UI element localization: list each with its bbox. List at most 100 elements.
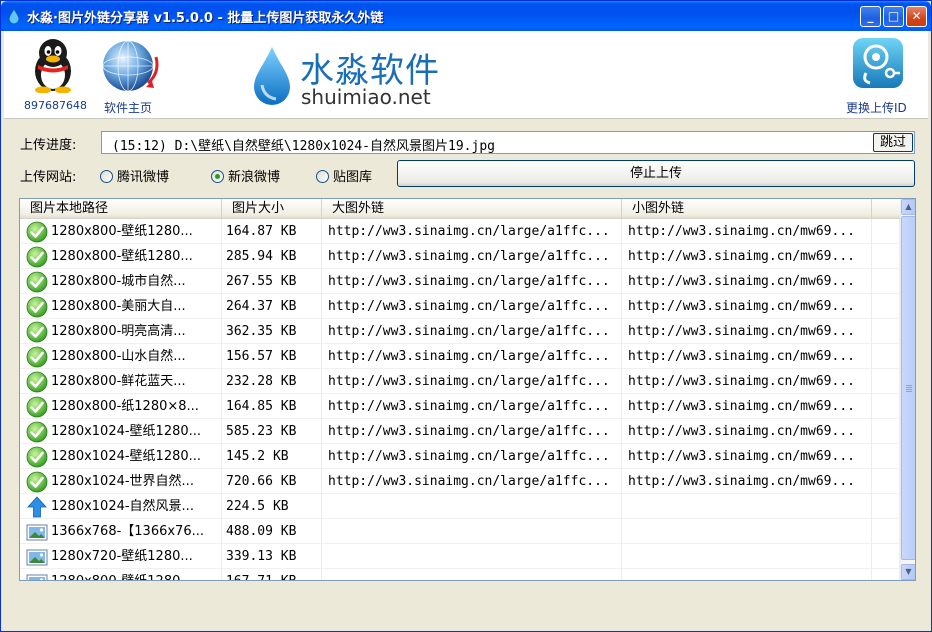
cell-size: 224.5 KB — [222, 494, 322, 519]
cell-size: 164.87 KB — [222, 219, 322, 244]
check-circle-icon — [26, 446, 48, 468]
table-row[interactable]: 1280x1024-壁纸1280... 585.23 KB http://ww3.s… — [20, 419, 900, 444]
title-bar[interactable]: 水淼·图片外链分享器 v1.5.0.0 - 批量上传图片获取永久外链 _ □ ✕ — [1, 1, 931, 31]
check-circle-icon — [26, 271, 48, 293]
path-text: 1280x800-壁纸1280... — [51, 224, 193, 239]
cell-path: 1280x1024-自然风景... — [20, 494, 222, 519]
path-text: 1280x1024-自然风景... — [51, 499, 194, 514]
progress-value: (15:12) D:\壁纸\自然壁纸\1280x1024-自然风景图片19.jp… — [112, 139, 495, 154]
path-text: 1280x1024-壁纸1280... — [51, 449, 202, 464]
table-row[interactable]: 1280x800-明亮高清... 362.35 KB http://ww3.sina… — [20, 319, 900, 344]
change-upload-id-link[interactable]: 更换上传ID — [846, 99, 907, 116]
cell-small-link: http://ww3.sinaimg.cn/mw69... — [622, 419, 872, 444]
stop-upload-button[interactable]: 停止上传 — [397, 160, 915, 187]
check-circle-icon — [26, 346, 48, 368]
column-header-size[interactable]: 图片大小 — [222, 199, 322, 218]
cell-path: 1280x800-明亮高清... — [20, 319, 222, 344]
cell-small-link: http://ww3.sinaimg.cn/mw69... — [622, 319, 872, 344]
cell-path: 1280x1024-壁纸1280... — [20, 444, 222, 469]
cell-filler — [872, 519, 900, 544]
image-file-icon — [26, 521, 48, 543]
column-header-small-link[interactable]: 小图外链 — [622, 199, 872, 218]
cell-small-link — [622, 544, 872, 569]
maximize-button[interactable]: □ — [883, 6, 904, 27]
cell-filler — [872, 544, 900, 569]
cell-large-link: http://ww3.sinaimg.cn/large/a1ffc... — [322, 419, 622, 444]
radio-label: 贴图库 — [333, 170, 373, 185]
upload-list-table[interactable]: 图片本地路径 图片大小 大图外链 小图外链 1280x800-壁纸1280...… — [19, 198, 916, 581]
cell-size: 720.66 KB — [222, 469, 322, 494]
table-row[interactable]: 1280x800-壁纸1280... 164.87 KB http://ww3.si… — [20, 219, 900, 244]
cell-path: 1280x800-城市自然... — [20, 269, 222, 294]
cell-filler — [872, 294, 900, 319]
table-row[interactable]: 1280x720-壁纸1280... 339.13 KB — [20, 544, 900, 569]
column-header-path[interactable]: 图片本地路径 — [20, 199, 222, 218]
table-row[interactable]: 1280x800-壁纸1280... 167.71 KB — [20, 569, 900, 580]
cell-large-link — [322, 494, 622, 519]
table-row[interactable]: 1280x800-壁纸1280... 285.94 KB http://ww3.si… — [20, 244, 900, 269]
cell-large-link: http://ww3.sinaimg.cn/large/a1ffc... — [322, 444, 622, 469]
cell-size: 267.55 KB — [222, 269, 322, 294]
cell-size: 264.37 KB — [222, 294, 322, 319]
radio-circle — [100, 170, 113, 183]
table-row[interactable]: 1280x800-鲜花蓝天... 232.28 KB http://ww3.sina… — [20, 369, 900, 394]
cell-large-link: http://ww3.sinaimg.cn/large/a1ffc... — [322, 244, 622, 269]
cell-size: 285.94 KB — [222, 244, 322, 269]
close-button[interactable]: ✕ — [906, 6, 927, 27]
scroll-up-arrow-icon[interactable]: ▲ — [901, 199, 915, 215]
cell-path: 1280x1024-壁纸1280... — [20, 419, 222, 444]
cell-small-link — [622, 494, 872, 519]
cell-filler — [872, 319, 900, 344]
globe-icon[interactable] — [98, 37, 164, 95]
scroll-down-arrow-icon[interactable]: ▼ — [901, 564, 915, 580]
cell-path: 1280x800-纸1280×8... — [20, 394, 222, 419]
path-text: 1280x800-纸1280×8... — [51, 399, 199, 414]
table-row[interactable]: 1280x1024-自然风景... 224.5 KB — [20, 494, 900, 519]
check-circle-icon — [26, 246, 48, 268]
radio-sina-weibo[interactable]: 新浪微博 — [211, 166, 281, 185]
radio-label: 新浪微博 — [228, 170, 281, 185]
cell-size: 362.35 KB — [222, 319, 322, 344]
cell-size: 145.2 KB — [222, 444, 322, 469]
cell-large-link: http://ww3.sinaimg.cn/large/a1ffc... — [322, 344, 622, 369]
table-row[interactable]: 1280x800-山水自然... 156.57 KB http://ww3.sina… — [20, 344, 900, 369]
cell-path: 1280x800-鲜花蓝天... — [20, 369, 222, 394]
radio-tencent-weibo[interactable]: 腾讯微博 — [100, 166, 169, 185]
check-circle-icon — [26, 471, 48, 493]
skip-button[interactable]: 跳过 — [873, 133, 913, 152]
cell-size: 339.13 KB — [222, 544, 322, 569]
app-window: 水淼·图片外链分享器 v1.5.0.0 - 批量上传图片获取永久外链 _ □ ✕… — [0, 0, 932, 632]
table-row[interactable]: 1280x800-纸1280×8... 164.85 KB http://ww3.s… — [20, 394, 900, 419]
cell-path: 1280x800-壁纸1280... — [20, 244, 222, 269]
column-header-large-link[interactable]: 大图外链 — [322, 199, 622, 218]
scroll-grip-icon — [906, 385, 912, 393]
radio-tietuku[interactable]: 贴图库 — [316, 166, 373, 185]
minimize-button[interactable]: _ — [860, 6, 881, 27]
cell-filler — [872, 444, 900, 469]
qq-number-label[interactable]: 897687648 — [24, 99, 87, 112]
table-row[interactable]: 1280x800-城市自然... 267.55 KB http://ww3.sina… — [20, 269, 900, 294]
cell-filler — [872, 369, 900, 394]
table-row[interactable]: 1280x800-美丽大自... 264.37 KB http://ww3.sina… — [20, 294, 900, 319]
table-row[interactable]: 1280x1024-壁纸1280... 145.2 KB http://ww3.si… — [20, 444, 900, 469]
radio-circle — [316, 170, 329, 183]
image-file-icon — [26, 571, 48, 580]
cell-filler — [872, 244, 900, 269]
radio-circle-selected — [211, 170, 224, 183]
vertical-scrollbar[interactable]: ▲ ▼ — [900, 199, 915, 580]
home-page-link[interactable]: 软件主页 — [104, 99, 152, 116]
cell-small-link: http://ww3.sinaimg.cn/mw69... — [622, 219, 872, 244]
cell-filler — [872, 344, 900, 369]
check-circle-icon — [26, 296, 48, 318]
table-row[interactable]: 1280x1024-世界自然... 720.66 KB http://ww3.sin… — [20, 469, 900, 494]
cell-small-link — [622, 519, 872, 544]
table-row[interactable]: 1366x768-【1366x76... 488.09 KB — [20, 519, 900, 544]
scroll-thumb[interactable] — [901, 216, 915, 560]
cell-path: 1280x800-山水自然... — [20, 344, 222, 369]
header-panel: 897687648 软件主页 水淼软件 shuimiao.net 更换上传ID — [4, 31, 928, 119]
change-id-icon[interactable] — [852, 37, 904, 89]
cell-filler — [872, 494, 900, 519]
cell-filler — [872, 419, 900, 444]
cell-small-link: http://ww3.sinaimg.cn/mw69... — [622, 394, 872, 419]
qq-penguin-icon[interactable] — [28, 37, 78, 93]
